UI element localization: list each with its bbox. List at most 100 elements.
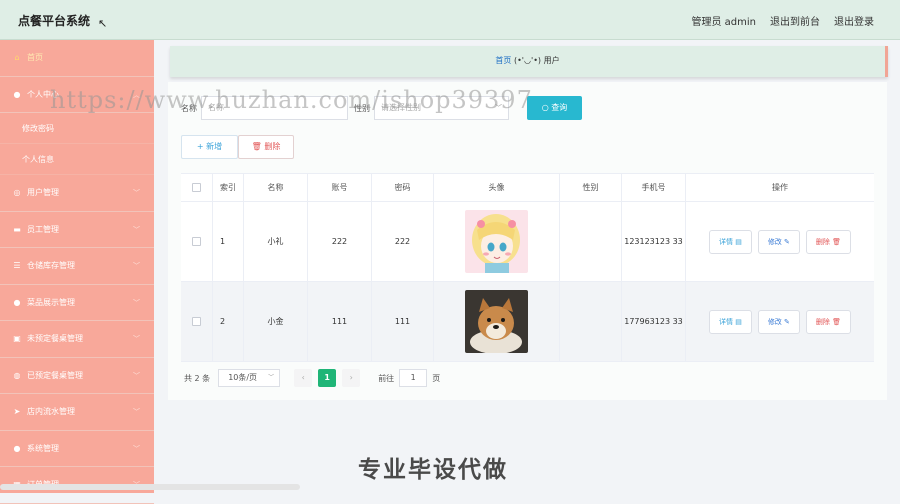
page-size-value: 10条/页 (228, 373, 258, 382)
sidebar-item-dish-management[interactable]: ● 菜品展示管理 ﹀ (0, 285, 154, 321)
cell-password: 111 (372, 282, 434, 361)
row-select[interactable] (181, 282, 213, 361)
breadcrumb-home[interactable]: 首页 (495, 56, 511, 65)
checkbox[interactable] (192, 317, 201, 326)
sidebar-item-label: 仓储库存管理 (27, 261, 75, 271)
edit-button[interactable]: 修改 ✎ (757, 309, 800, 334)
delete-button[interactable]: 删除 🗑 (805, 309, 852, 334)
chevron-down-icon: ﹀ (133, 371, 140, 380)
sidebar-item-unreserved-tables[interactable]: ▣ 未预定餐桌管理 ﹀ (0, 321, 154, 358)
chevron-down-icon: ﹀ (133, 225, 140, 234)
logout-link[interactable]: 退出登录 (834, 13, 874, 28)
cell-account: 222 (308, 202, 372, 281)
cell-name: 小礼 (244, 202, 308, 281)
cell-index: 2 (213, 282, 244, 361)
send-icon: ➤ (13, 407, 21, 417)
cell-operations: 详情 ▤ 修改 ✎ 删除 🗑 (686, 202, 874, 281)
cell-avatar (434, 282, 560, 361)
sidebar-item-system-management[interactable]: ● 系统管理 ﹀ (0, 431, 154, 467)
watermark-text: https://www.huzhan.com/ishop39397 (50, 86, 533, 114)
delete-button-label: 删除 (815, 237, 830, 246)
table-header-row: 索引 名称 账号 密码 头像 性别 手机号 操作 (181, 174, 874, 202)
sidebar-item-staff-management[interactable]: ▬ 员工管理 ﹀ (0, 212, 154, 248)
next-page-button[interactable]: › (342, 369, 361, 387)
pager-total: 共 2 条 (184, 373, 211, 383)
sidebar-item-label: 首页 (27, 53, 43, 63)
table-row: 1 小礼 222 222 123123123 33 详情 ▤ 修改 ✎ 删除 🗑 (181, 202, 874, 282)
exit-to-front-link[interactable]: 退出到前台 (770, 13, 820, 28)
pagination: 共 2 条 10条/页 ﹀ ‹ 1 › 前往 1 页 (184, 369, 440, 387)
delete-button-label: 删除 (815, 317, 830, 326)
breadcrumb: 首页 (•'◡'•) 用户 (170, 46, 888, 77)
chevron-down-icon: ﹀ (133, 298, 140, 307)
clipboard-icon: ▣ (13, 334, 21, 344)
promo-text: 专业毕设代做 (358, 457, 508, 483)
delete-button-label: 删除 (264, 142, 281, 151)
pencil-icon: ✎ (784, 317, 790, 326)
list-icon: ☰ (13, 261, 21, 271)
sidebar-item-label: 系统管理 (27, 443, 59, 453)
query-button[interactable]: ○ 查询 (527, 96, 582, 120)
checkbox[interactable] (192, 237, 201, 246)
cell-avatar (434, 202, 560, 281)
add-button-label: 新增 (206, 142, 223, 151)
sidebar-item-home[interactable]: ⌂ 首页 (0, 40, 154, 77)
document-icon: ▤ (735, 317, 742, 326)
sidebar-item-label: 菜品展示管理 (27, 297, 75, 307)
page-size-select[interactable]: 10条/页 ﹀ (218, 369, 281, 387)
prev-page-button[interactable]: ‹ (294, 369, 313, 387)
breadcrumb-current: 用户 (543, 56, 560, 65)
sidebar-item-label: 未预定餐桌管理 (27, 334, 83, 344)
query-button-label: 查询 (551, 103, 568, 112)
add-button[interactable]: + 新增 (181, 135, 238, 159)
delete-button[interactable]: 删除 🗑 (805, 229, 852, 254)
detail-button-label: 详情 (718, 317, 733, 326)
mouse-cursor-icon: ↖ (98, 17, 108, 30)
cell-gender (560, 202, 622, 281)
sidebar-item-inventory-management[interactable]: ☰ 仓储库存管理 ﹀ (0, 248, 154, 285)
home-icon: ⌂ (14, 53, 20, 63)
breadcrumb-face: (•'◡'•) (513, 56, 542, 65)
cell-index: 1 (213, 202, 244, 281)
main-panel: 名称 名称 性别 请选择性别 ﹀ ○ 查询 + 新增 🗑 删除 索引 名称 账号… (168, 82, 887, 400)
edit-button-label: 修改 (767, 237, 782, 246)
current-page-button[interactable]: 1 (318, 369, 337, 387)
user-table: 索引 名称 账号 密码 头像 性别 手机号 操作 1 小礼 222 222 12… (181, 173, 874, 362)
user-icon: ● (13, 89, 21, 99)
row-select[interactable] (181, 202, 213, 281)
chevron-down-icon: ﹀ (133, 262, 140, 270)
edit-button[interactable]: 修改 ✎ (757, 229, 800, 254)
batch-delete-button[interactable]: 🗑 删除 (238, 135, 294, 159)
trash-icon: 🗑 (832, 317, 842, 326)
chevron-down-icon: ﹀ (133, 444, 140, 453)
document-icon: ▤ (735, 237, 742, 246)
chevron-down-icon: ﹀ (268, 374, 275, 381)
cell-phone: 123123123 33 (622, 202, 686, 281)
sidebar-item-user-management[interactable]: ◎ 用户管理 ﹀ (0, 175, 154, 212)
top-right-menu: 管理员 admin 退出到前台 退出登录 (691, 13, 874, 28)
table-row: 2 小金 111 111 177963123 33 详情 ▤ 修改 ✎ 删除 🗑 (181, 282, 874, 362)
edit-button-label: 修改 (767, 317, 782, 326)
header-password: 密码 (372, 174, 434, 201)
sidebar-item-label: 店内流水管理 (27, 407, 75, 417)
goto-suffix: 页 (432, 373, 441, 383)
cell-account: 111 (308, 282, 372, 361)
sidebar-item-reserved-tables[interactable]: ◍ 已预定餐桌管理 ﹀ (0, 358, 154, 394)
cell-gender (560, 282, 622, 361)
avatar (465, 290, 528, 353)
header-select-all[interactable] (181, 174, 213, 201)
user-icon: ● (13, 297, 21, 307)
cell-phone: 177963123 33 (622, 282, 686, 361)
top-bar: 点餐平台系统 ↖ 管理员 admin 退出到前台 退出登录 (0, 0, 900, 40)
detail-button[interactable]: 详情 ▤ (708, 229, 752, 254)
sidebar-subitem-personal-info[interactable]: 个人信息 (0, 144, 154, 175)
plus-icon: + (196, 142, 204, 151)
checkbox[interactable] (192, 183, 201, 192)
detail-button[interactable]: 详情 ▤ (708, 309, 752, 334)
sidebar-subitem-change-password[interactable]: 修改密码 (0, 113, 154, 144)
sidebar-item-cashflow[interactable]: ➤ 店内流水管理 ﹀ (0, 394, 154, 431)
header-phone: 手机号 (622, 174, 686, 201)
sidebar-item-label: 用户管理 (27, 188, 59, 198)
horizontal-scrollbar[interactable] (0, 484, 300, 490)
goto-page-input[interactable]: 1 (399, 369, 428, 387)
